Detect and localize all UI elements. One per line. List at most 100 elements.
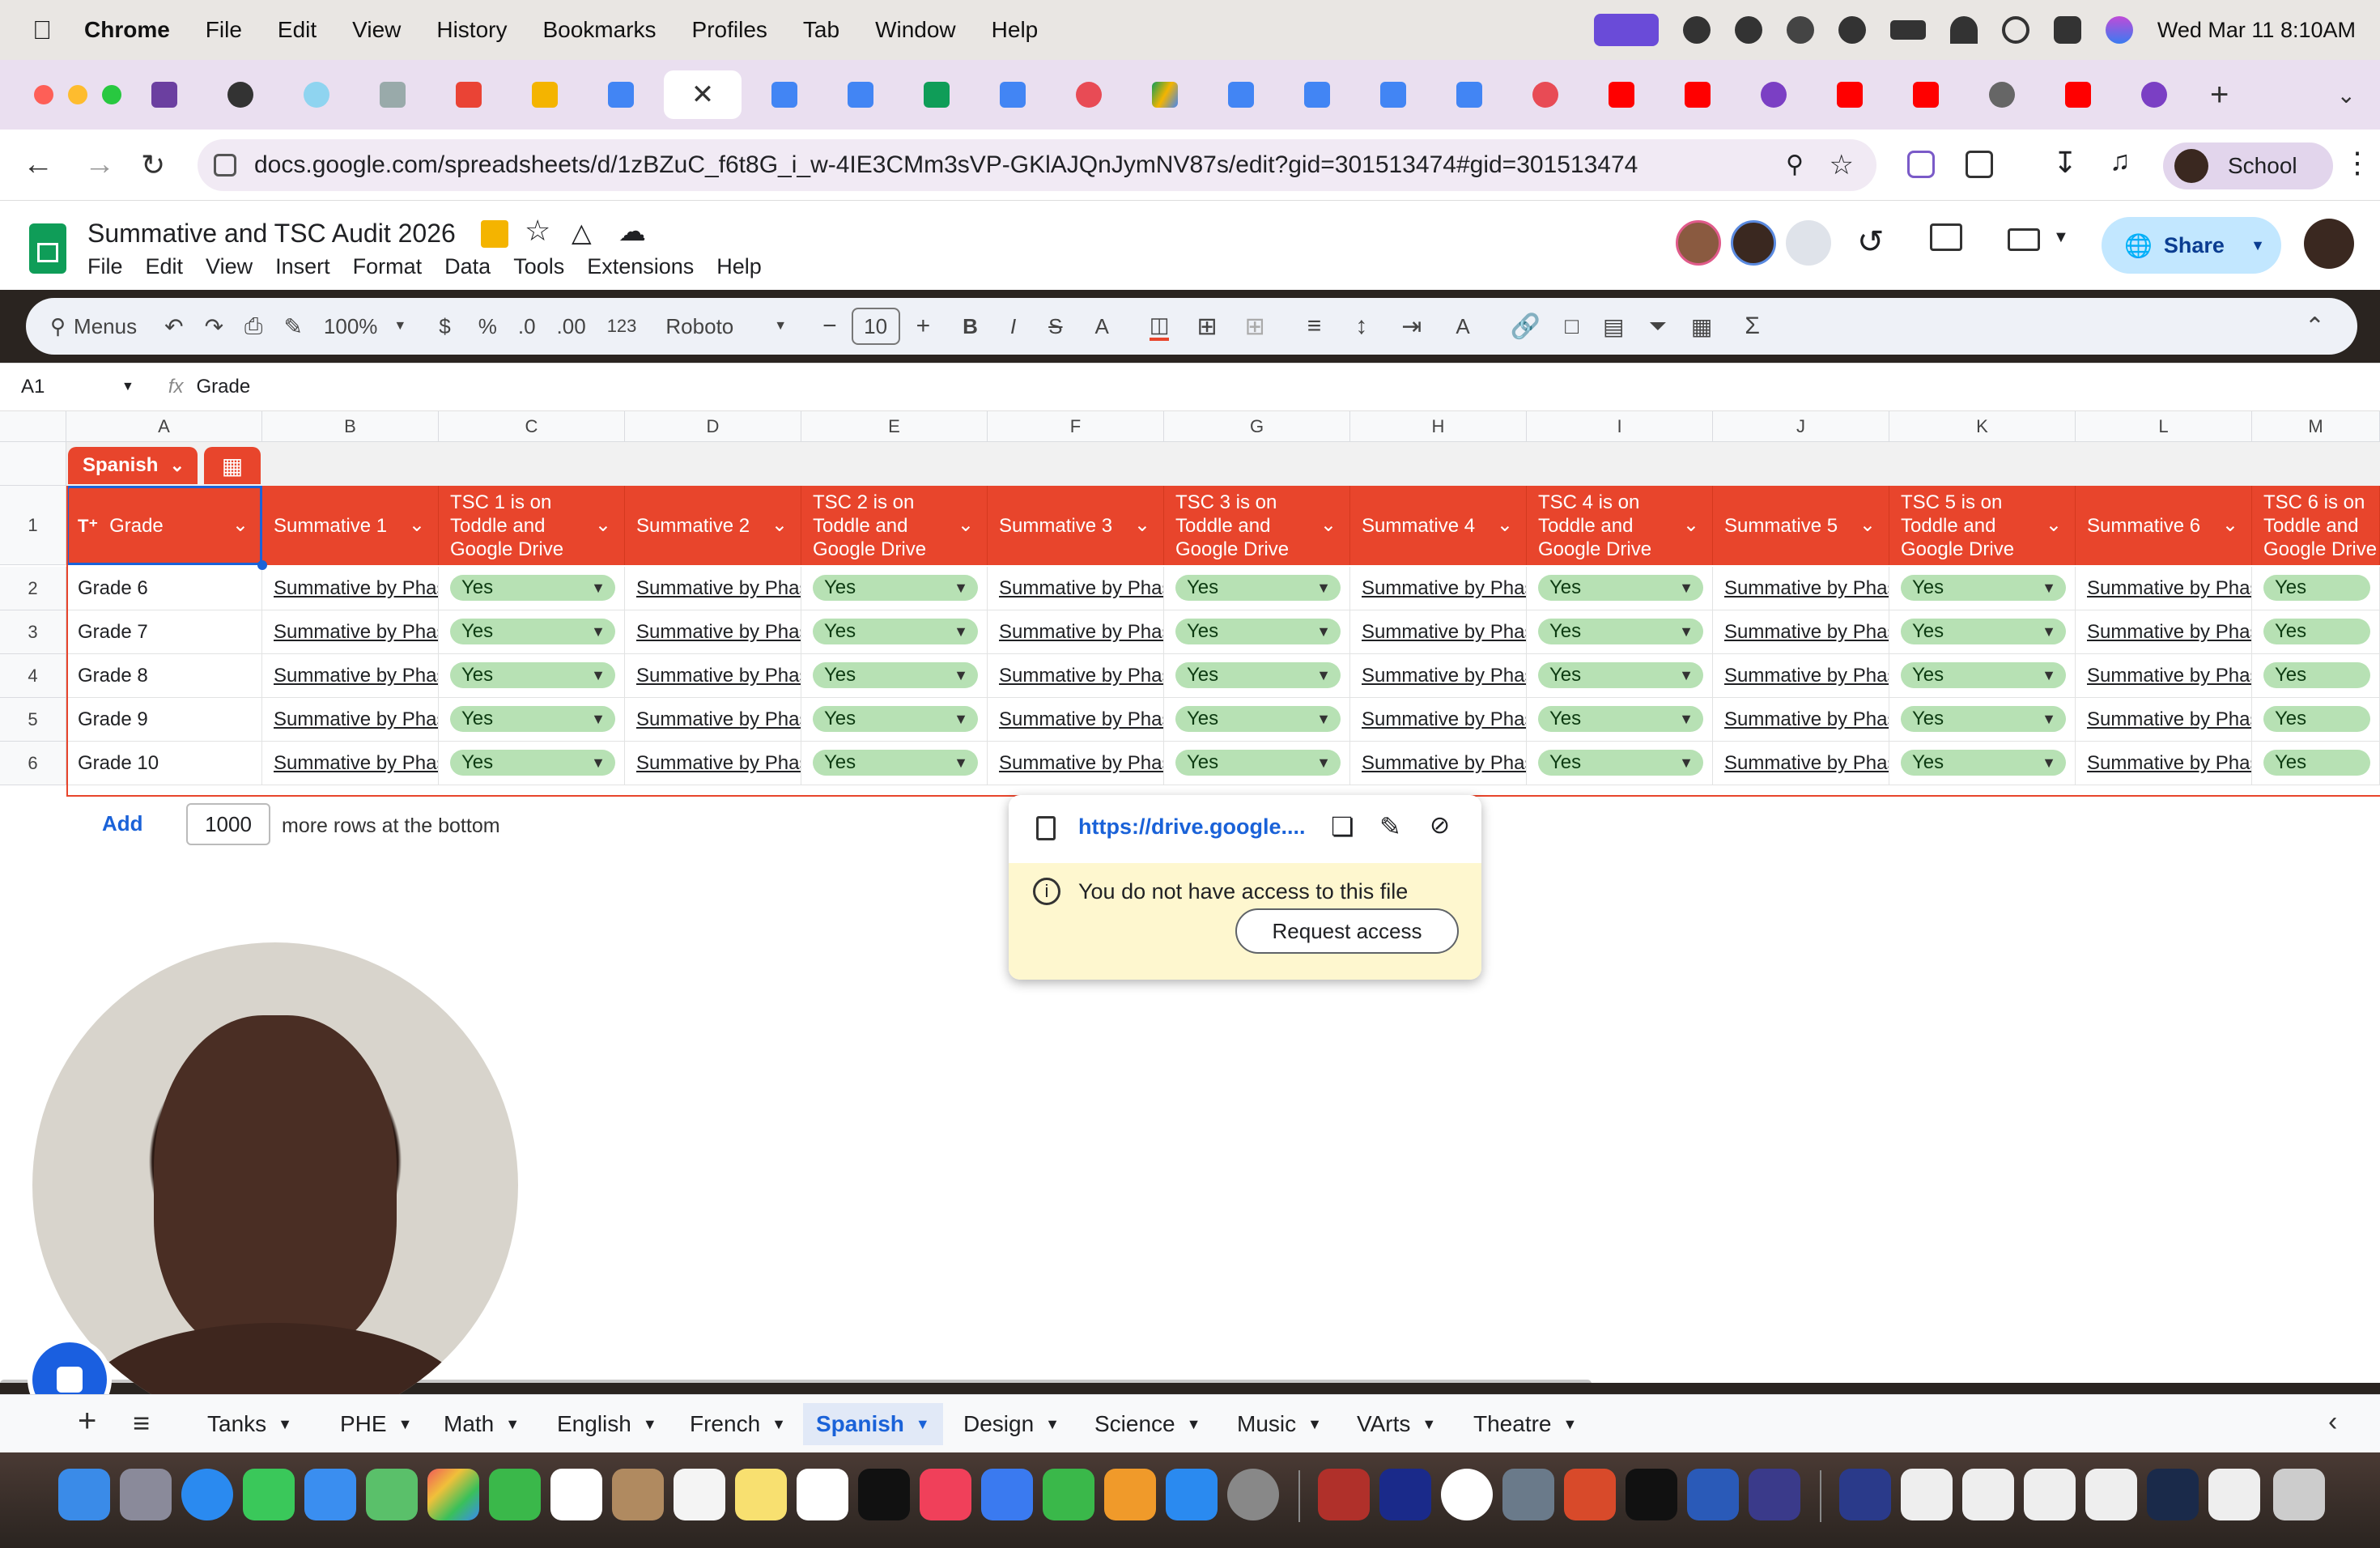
meet-camera-icon[interactable] bbox=[2008, 228, 2040, 251]
browser-tab[interactable] bbox=[751, 70, 818, 119]
bold-icon[interactable]: B bbox=[963, 314, 978, 339]
siri-icon[interactable] bbox=[2105, 16, 2133, 44]
profile-chip[interactable]: School bbox=[2163, 142, 2333, 189]
column-header-c[interactable]: C bbox=[439, 411, 625, 442]
summative-link-cell[interactable]: Summative by Phas bbox=[1713, 654, 1889, 698]
screen-share-icon[interactable] bbox=[1593, 14, 1659, 46]
summative-link-cell[interactable]: Summative by Phas bbox=[262, 742, 439, 785]
tsc-status-chip[interactable]: Yes bbox=[2263, 662, 2370, 688]
summative-link-cell[interactable]: Summative by Phas bbox=[988, 742, 1164, 785]
menubar-tab[interactable]: Tab bbox=[803, 17, 839, 43]
tsc-status-chip[interactable]: Yes bbox=[2263, 619, 2370, 644]
column-header-l[interactable]: L bbox=[2076, 411, 2252, 442]
download-icon[interactable]: ↧ bbox=[2053, 146, 2077, 180]
insert-comment-icon[interactable]: □ bbox=[1565, 313, 1579, 339]
browser-tab[interactable] bbox=[1208, 70, 1274, 119]
tab-dropdown-icon[interactable]: ▼ bbox=[1045, 1416, 1060, 1433]
tsc-status-cell[interactable]: Yes ▼ bbox=[1164, 654, 1350, 698]
finder-icon[interactable] bbox=[58, 1469, 110, 1520]
tsc-status-chip[interactable]: Yes ▼ bbox=[450, 750, 615, 776]
browser-tab[interactable] bbox=[1360, 70, 1426, 119]
grade-cell[interactable]: Grade 10 bbox=[66, 742, 262, 785]
summative-link-cell[interactable]: Summative by Phas bbox=[2076, 567, 2252, 610]
summative-link-cell[interactable]: Summative by Phas bbox=[1713, 742, 1889, 785]
search-icon[interactable]: ⚲ bbox=[50, 314, 66, 339]
forward-arrow-icon[interactable]: → bbox=[84, 147, 115, 182]
menu-format[interactable]: Format bbox=[353, 254, 423, 279]
browser-tab-active[interactable]: ✕ bbox=[664, 70, 742, 119]
summative-link-cell[interactable]: Summative by Phas bbox=[2076, 742, 2252, 785]
sheet-tab[interactable]: Music ▼ bbox=[1224, 1403, 1335, 1445]
tsc-status-chip[interactable]: Yes ▼ bbox=[1538, 619, 1703, 644]
reload-icon[interactable]: ↻ bbox=[141, 148, 165, 182]
menus-search[interactable]: Menus bbox=[74, 314, 137, 339]
summative-link[interactable]: Summative by Phas bbox=[2087, 665, 2251, 687]
menu-help[interactable]: Help bbox=[716, 254, 762, 279]
all-sheets-icon[interactable]: ≡ bbox=[133, 1406, 150, 1440]
tab-dropdown-icon[interactable]: ▼ bbox=[771, 1416, 786, 1433]
sheet-tab[interactable]: Math ▼ bbox=[431, 1403, 533, 1445]
tsc-status-cell[interactable]: Yes ▼ bbox=[1889, 610, 2076, 654]
column-menu-chevron-icon[interactable]: ⌄ bbox=[595, 513, 611, 537]
summative-link[interactable]: Summative by Phas bbox=[1362, 665, 1526, 687]
summative-link-cell[interactable]: Summative by Phas bbox=[262, 654, 439, 698]
menubar-view[interactable]: View bbox=[352, 17, 401, 43]
version-history-icon[interactable]: ↺ bbox=[1857, 223, 1885, 261]
summative-link[interactable]: Summative by Phas bbox=[636, 621, 801, 644]
chip-dropdown-icon[interactable]: ▼ bbox=[954, 580, 968, 597]
chip-dropdown-icon[interactable]: ▼ bbox=[954, 755, 968, 772]
tab-dropdown-icon[interactable]: ▼ bbox=[916, 1416, 930, 1433]
header-cell-tsc-2[interactable]: TSC 2 is on Toddle and Google Drive ⌄ bbox=[801, 486, 988, 565]
tsc-status-chip[interactable]: Yes bbox=[2263, 706, 2370, 732]
column-menu-chevron-icon[interactable]: ⌄ bbox=[1320, 513, 1337, 537]
menubar-file[interactable]: File bbox=[206, 17, 242, 43]
column-header-k[interactable]: K bbox=[1889, 411, 2076, 442]
summative-link[interactable]: Summative by Phas bbox=[1362, 621, 1526, 644]
browser-tab[interactable] bbox=[2121, 70, 2187, 119]
percent-format-button[interactable]: % bbox=[478, 314, 497, 339]
tab-dropdown-icon[interactable]: ▼ bbox=[1307, 1416, 1322, 1433]
summative-link[interactable]: Summative by Phas bbox=[999, 708, 1163, 731]
header-cell-grade[interactable]: T⁺ Grade ⌄ bbox=[66, 486, 262, 565]
launchpad-icon[interactable] bbox=[120, 1469, 172, 1520]
browser-tab[interactable] bbox=[588, 70, 654, 119]
summative-link-cell[interactable]: Summative by Phas bbox=[262, 610, 439, 654]
summative-link[interactable]: Summative by Phas bbox=[1362, 752, 1526, 775]
summative-link-cell[interactable]: Summative by Phas bbox=[625, 698, 801, 742]
status-icon[interactable] bbox=[1734, 16, 1762, 44]
tsc-status-cell[interactable]: Yes bbox=[2252, 742, 2380, 785]
browser-tab[interactable] bbox=[1284, 70, 1350, 119]
chrome-dock-icon[interactable] bbox=[1441, 1469, 1493, 1520]
browser-tab[interactable] bbox=[131, 70, 198, 119]
back-arrow-icon[interactable]: ← bbox=[23, 147, 53, 182]
grade-cell[interactable]: Grade 7 bbox=[66, 610, 262, 654]
doc-title[interactable]: Summative and TSC Audit 2026 bbox=[87, 219, 456, 249]
tsc-status-cell[interactable]: Yes ▼ bbox=[439, 654, 625, 698]
chip-dropdown-icon[interactable]: ▼ bbox=[954, 623, 968, 640]
row-header[interactable]: 1 bbox=[0, 486, 66, 565]
collaborator-avatar[interactable] bbox=[1731, 220, 1776, 266]
menubar-datetime[interactable]: Wed Mar 11 8:10AM bbox=[2157, 18, 2356, 43]
powerpoint-icon[interactable] bbox=[1564, 1469, 1616, 1520]
summative-link-cell[interactable]: Summative by Phas bbox=[625, 567, 801, 610]
tab-dropdown-icon[interactable]: ▼ bbox=[1187, 1416, 1201, 1433]
sheet-tab[interactable]: Science ▼ bbox=[1082, 1403, 1213, 1445]
chip-dropdown-icon[interactable]: ▼ bbox=[1316, 580, 1331, 597]
header-cell-tsc-6[interactable]: TSC 6 is on Toddle and Google Drive bbox=[2252, 486, 2380, 565]
browser-tab[interactable] bbox=[1056, 70, 1122, 119]
summative-link-cell[interactable]: Summative by Phas bbox=[2076, 698, 2252, 742]
tsc-status-chip[interactable]: Yes bbox=[2263, 750, 2370, 776]
horizontal-align-icon[interactable]: ≡ bbox=[1307, 313, 1322, 340]
summative-link-cell[interactable]: Summative by Phas bbox=[2076, 610, 2252, 654]
menubar-edit[interactable]: Edit bbox=[278, 17, 317, 43]
tsc-status-chip[interactable]: Yes ▼ bbox=[813, 750, 978, 776]
messages-icon[interactable] bbox=[243, 1469, 295, 1520]
chip-dropdown-icon[interactable]: ▼ bbox=[1679, 667, 1694, 684]
browser-tab[interactable] bbox=[1588, 70, 1655, 119]
numbers-icon[interactable] bbox=[1043, 1469, 1094, 1520]
collaborator-more-icon[interactable] bbox=[1786, 220, 1831, 266]
currency-format-button[interactable]: $ bbox=[439, 314, 450, 339]
browser-tab[interactable] bbox=[903, 70, 970, 119]
site-info-icon[interactable] bbox=[214, 154, 236, 176]
summative-link[interactable]: Summative by Phas bbox=[636, 708, 801, 731]
